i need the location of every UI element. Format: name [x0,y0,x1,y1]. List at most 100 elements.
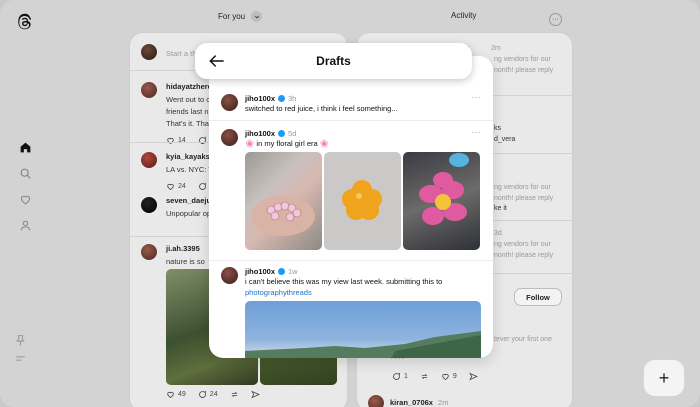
like-count: 24 [178,183,186,190]
drafts-header: Drafts [195,43,472,79]
avatar [221,94,238,111]
post-line: nature is so [166,257,205,266]
reply-button[interactable]: 1 [392,372,408,381]
repost-icon [231,391,237,398]
flower-illustration [342,180,382,220]
activity-fragment: ke it [494,205,507,212]
verified-badge-icon [278,95,286,102]
activity-fragment: nonth! please reply [494,67,554,74]
reply-count: 24 [209,391,218,398]
activity-username[interactable]: kiran_0706x [390,398,433,407]
activity-fragment: ng vendors for our [494,184,551,191]
nav-profile[interactable] [14,212,36,238]
side-nav [14,134,36,238]
landscape-illustration [245,331,481,358]
draft-time: 5d [288,129,297,138]
draft-image-flower-balloon[interactable] [403,152,480,250]
more-options-icon[interactable]: ··· [472,128,482,137]
heart-icon [20,195,30,204]
nav-home[interactable] [14,134,36,160]
threads-logo-icon[interactable] [16,13,34,31]
activity-fragment: nonth! please reply [494,195,554,202]
send-icon [250,390,260,399]
nav-activity[interactable] [14,186,36,212]
like-button[interactable]: 49 [166,390,186,399]
like-button[interactable]: 14 [166,136,186,145]
like-count: 49 [178,391,186,398]
comment-icon [198,136,206,144]
send-icon [469,372,478,381]
feed-post[interactable]: ji.ah.3395 nature is so [166,244,205,266]
drafts-modal: jiho100x 3h ··· switched to red juice, i… [209,56,493,358]
profile-icon [20,220,30,230]
avatar[interactable] [368,395,384,407]
reply-button[interactable]: 24 [198,390,218,399]
menu-icon [16,356,25,361]
activity-time: 2m [438,398,449,407]
drafts-title: Drafts [316,54,351,68]
create-post-button[interactable]: + [643,359,685,397]
repost-button[interactable] [230,390,239,399]
nav-menu[interactable] [14,352,27,369]
post-actions: 1 9 [392,372,478,381]
draft-time: 1w [288,267,298,276]
column-more-icon[interactable]: ··· [549,13,562,26]
avatar[interactable] [141,197,157,213]
draft-author: jiho100x 3h [245,94,296,103]
feed-selector[interactable]: For you [218,11,263,22]
repost-icon [421,373,428,380]
share-button[interactable] [469,372,478,381]
repost-button[interactable] [420,372,429,381]
heart-icon [442,373,449,380]
heart-icon [167,137,174,144]
post-actions: 49 24 [166,390,260,399]
draft-author: jiho100x 5d [245,129,296,138]
activity-fragment: d_vera [494,136,516,143]
avatar [221,129,238,146]
draft-image-ring[interactable] [245,152,322,250]
draft-image-landscape[interactable] [245,301,481,358]
share-button[interactable] [250,390,260,399]
draft-image-flower-candy[interactable] [324,152,401,250]
reply-count: 1 [404,373,408,380]
verified-badge-icon [278,268,286,275]
activity-fragment: nonth! please reply [494,252,554,259]
like-button[interactable]: 9 [441,372,457,381]
app-frame: For you Activity ··· Start a th hidayatz… [0,0,700,407]
avatar [221,267,238,284]
balloon-illustration [419,153,469,225]
draft-username: jiho100x [245,94,276,103]
avatar[interactable] [141,82,157,98]
feed-label: For you [218,12,246,21]
like-count: 9 [452,373,457,380]
heart-icon [167,183,174,190]
heart-icon [167,391,174,398]
avatar[interactable] [141,152,157,168]
avatar[interactable] [141,244,157,260]
more-options-icon[interactable]: ··· [472,93,482,102]
home-icon [20,142,30,152]
draft-text[interactable]: i can't believe this was my view last we… [245,277,442,286]
comment-icon [198,390,206,398]
search-icon [20,168,31,179]
comment-icon [393,372,401,380]
draft-username: jiho100x [245,267,276,276]
divider [209,260,493,261]
composer-placeholder[interactable]: Start a th [166,49,196,58]
draft-username: jiho100x [245,129,276,138]
activity-fragment: ng vendors for our [494,241,551,248]
activity-time: 3d [494,230,502,237]
like-button[interactable]: 24 [166,182,186,191]
draft-link[interactable]: photographythreads [245,288,312,297]
draft-author: jiho100x 1w [245,267,298,276]
ring-illustration [251,196,315,236]
draft-time: 3h [288,94,297,103]
side-nav-bottom [14,334,36,370]
nav-pin[interactable] [14,334,27,351]
nav-search[interactable] [14,160,36,186]
draft-text[interactable]: switched to red juice, i think i feel so… [245,104,398,113]
activity-item[interactable]: kiran_0706x 2m [390,398,448,407]
follow-button[interactable]: Follow [514,288,562,306]
draft-text[interactable]: 🌸 in my floral girl era 🌸 [245,139,329,148]
post-username[interactable]: ji.ah.3395 [166,244,205,253]
